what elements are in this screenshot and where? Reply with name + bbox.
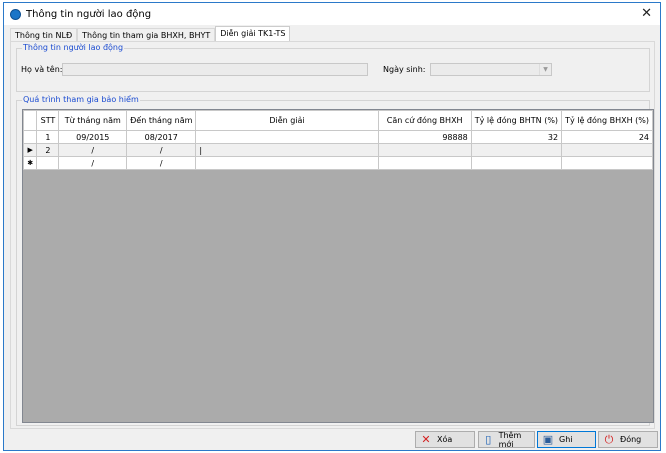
delete-label: Xóa — [437, 435, 453, 444]
col-from[interactable]: Từ tháng năm — [58, 110, 128, 131]
add-label: Thêm mới — [498, 430, 522, 449]
cell-desc[interactable] — [195, 130, 379, 144]
chevron-down-icon[interactable]: ▼ — [539, 64, 551, 75]
tab-page: Thông tin người lao động Họ và tên: Ngày… — [10, 41, 655, 429]
current-row-icon[interactable]: ▶ — [23, 143, 38, 157]
cell-bhtn[interactable] — [470, 156, 563, 170]
cell-to[interactable]: 08/2017 — [126, 130, 197, 144]
cell-to[interactable]: / — [126, 143, 197, 157]
col-bhxh[interactable]: Tỷ lệ đóng BHXH (%) — [561, 110, 653, 131]
save-button[interactable]: ▣ Ghi — [537, 431, 596, 448]
name-label: Họ và tên: — [21, 65, 63, 74]
dialog-window: Thông tin người lao động ✕ Thông tin NLĐ… — [3, 2, 661, 451]
x-icon: ✕ — [421, 433, 431, 446]
window-title: Thông tin người lao động — [26, 8, 152, 20]
title-bar: Thông tin người lao động ✕ — [4, 3, 660, 25]
table-row-new[interactable]: ✱ / / — [23, 156, 653, 170]
close-button[interactable]: ⏻ Đóng — [598, 431, 658, 448]
cell-from[interactable]: / — [58, 143, 128, 157]
cell-from[interactable]: 09/2015 — [58, 130, 128, 144]
dob-picker[interactable]: ▼ — [430, 63, 552, 76]
new-row-icon[interactable]: ✱ — [23, 156, 38, 170]
power-icon: ⏻ — [604, 432, 614, 446]
table-row[interactable]: 1 09/2015 08/2017 98888 32 24 — [23, 130, 653, 144]
row-header[interactable] — [23, 130, 38, 144]
cell-base[interactable]: 98888 — [377, 130, 472, 144]
close-label: Đóng — [620, 435, 642, 444]
name-input[interactable] — [62, 63, 368, 76]
cell-bhxh[interactable]: 24 — [561, 130, 653, 144]
tab-thong-tin-nld[interactable]: Thông tin NLĐ — [10, 28, 78, 42]
delete-button[interactable]: ✕ Xóa — [415, 431, 475, 448]
col-stt[interactable]: STT — [36, 110, 60, 131]
cell-desc[interactable]: | — [195, 143, 379, 157]
floppy-disk-icon: ▣ — [542, 433, 554, 446]
history-grid[interactable]: STT Từ tháng năm Đến tháng năm Diễn giải… — [22, 109, 654, 423]
col-bhtn[interactable]: Tỷ lệ đóng BHTN (%) — [470, 110, 563, 131]
close-icon[interactable]: ✕ — [641, 6, 652, 21]
col-base[interactable]: Căn cứ đóng BHXH — [377, 110, 472, 131]
group-title: Quá trình tham gia bảo hiểm — [22, 95, 140, 104]
group-title: Thông tin người lao động — [22, 43, 125, 52]
cell-desc[interactable] — [195, 156, 379, 170]
cell-bhtn[interactable] — [470, 143, 563, 157]
col-desc[interactable]: Diễn giải — [195, 110, 379, 131]
app-icon — [10, 8, 21, 20]
cell-bhxh[interactable] — [561, 156, 653, 170]
worker-info-group: Thông tin người lao động Họ và tên: Ngày… — [16, 43, 650, 92]
cell-stt[interactable]: 2 — [36, 143, 60, 157]
row-header-corner — [23, 110, 38, 131]
table-row-current[interactable]: ▶ 2 / / | — [23, 143, 653, 157]
save-label: Ghi — [559, 435, 573, 444]
cell-base[interactable] — [377, 143, 472, 157]
header-row: STT Từ tháng năm Đến tháng năm Diễn giải… — [23, 110, 653, 131]
tab-dien-giai[interactable]: Diễn giải TK1-TS — [215, 26, 291, 42]
cell-bhxh[interactable] — [561, 143, 653, 157]
cell-stt[interactable]: 1 — [36, 130, 60, 144]
cell-stt[interactable] — [36, 156, 60, 170]
new-document-icon: ▯ — [485, 433, 492, 446]
tab-thong-tin-bhxh[interactable]: Thông tin tham gia BHXH, BHYT — [77, 28, 216, 42]
cell-to[interactable]: / — [126, 156, 197, 170]
cell-from[interactable]: / — [58, 156, 128, 170]
col-to[interactable]: Đến tháng năm — [126, 110, 197, 131]
add-button[interactable]: ▯ Thêm mới — [478, 430, 535, 449]
cell-bhtn[interactable]: 32 — [470, 130, 563, 144]
cell-base[interactable] — [377, 156, 472, 170]
dob-label: Ngày sinh: — [383, 65, 426, 74]
